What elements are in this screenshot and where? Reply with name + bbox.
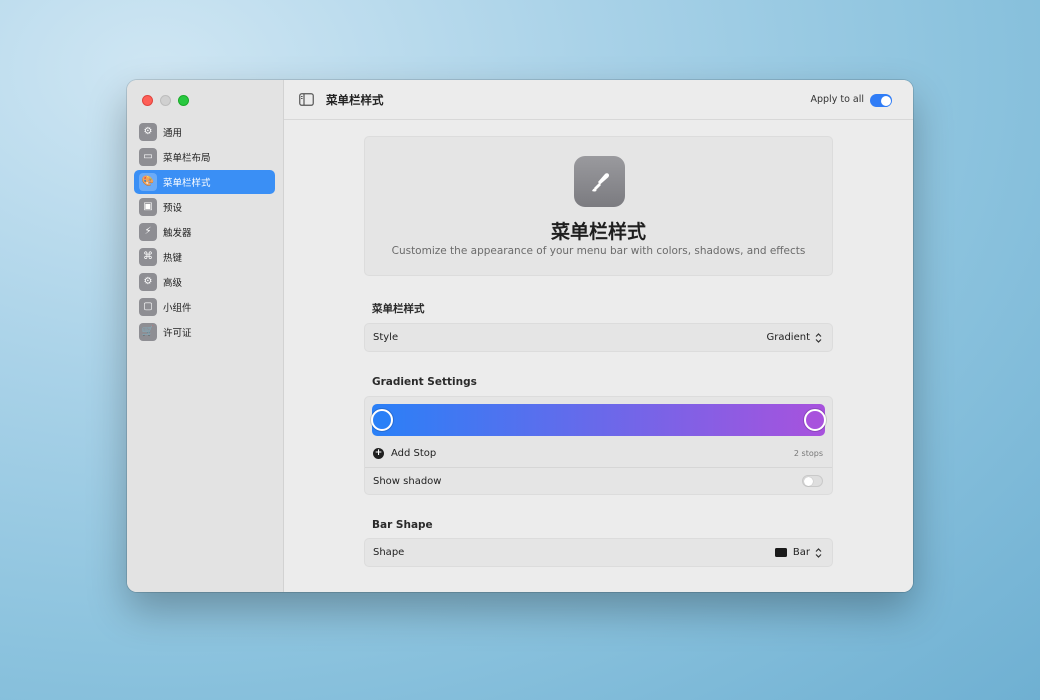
style-group: Style Gradient (364, 323, 833, 352)
hero-subtitle: Customize the appearance of your menu ba… (391, 245, 806, 257)
sidebar-item-0[interactable]: ⚙ 通用 (134, 120, 275, 144)
gradient-section-title: Gradient Settings (372, 376, 477, 388)
chevron-up-down-icon (814, 547, 823, 559)
menubar-layout-icon: ▭ (139, 148, 157, 166)
window-controls (142, 95, 189, 106)
command-key-icon: ⌘ (139, 248, 157, 266)
shape-popup[interactable]: Bar (774, 547, 823, 559)
bar-shape-icon (774, 548, 787, 557)
cube-icon: ▢ (139, 298, 157, 316)
add-stop-label: Add Stop (391, 448, 437, 459)
style-row: Style Gradient (365, 324, 832, 351)
zoom-window-button[interactable] (178, 95, 189, 106)
sidebar-item-label: 高级 (163, 278, 183, 289)
paintbrush-icon (574, 156, 625, 207)
sidebar-item-6[interactable]: ⚙ 高级 (134, 270, 275, 294)
shape-label: Shape (373, 547, 405, 558)
shape-row: Shape Bar (365, 539, 832, 566)
settings-window: ⚙ 通用 ▭ 菜单栏布局 🎨 菜单栏样式 ▣ 预设 ⚡ 触发器 ⌘ 热键 ⚙ 高级 ▢ 小组件 🛒 许可证 菜单栏… (127, 80, 913, 592)
sidebar-item-3[interactable]: ▣ 预设 (134, 195, 275, 219)
chevron-up-down-icon (814, 332, 823, 344)
show-shadow-label: Show shadow (373, 475, 442, 487)
hero-card: 菜单栏样式 Customize the appearance of your m… (364, 136, 833, 276)
sidebar-item-label: 菜单栏布局 (163, 153, 211, 164)
show-shadow-row: Show shadow (365, 467, 832, 494)
add-stop-button[interactable]: + Add Stop (373, 448, 436, 459)
style-label: Style (373, 332, 399, 343)
sidebar-item-label: 小组件 (163, 303, 192, 314)
content-area: 菜单栏样式 Customize the appearance of your m… (364, 136, 833, 567)
sidebar-item-8[interactable]: 🛒 许可证 (134, 320, 275, 344)
sidebar-item-2[interactable]: 🎨 菜单栏样式 (134, 170, 275, 194)
add-stop-row: + Add Stop 2 stops (365, 440, 832, 467)
gradient-group: + Add Stop 2 stops Show shadow (364, 396, 833, 495)
shape-section-title: Bar Shape (372, 519, 433, 531)
bolt-icon: ⚡ (139, 223, 157, 241)
sidebar-item-1[interactable]: ▭ 菜单栏布局 (134, 145, 275, 169)
stops-count: 2 stops (793, 449, 823, 458)
sidebar-item-label: 通用 (163, 128, 183, 139)
gradient-preview-bar[interactable] (371, 404, 826, 436)
style-section-title: 菜单栏样式 (372, 303, 425, 315)
hero-title: 菜单栏样式 (550, 221, 646, 243)
style-popup[interactable]: Gradient (766, 332, 823, 344)
style-value: Gradient (766, 332, 810, 343)
apply-to-all-toggle[interactable] (870, 94, 892, 107)
sidebar-item-label: 预设 (163, 203, 183, 214)
sidebar-toggle-icon[interactable] (299, 93, 314, 106)
gears-icon: ⚙ (139, 273, 157, 291)
main-pane: 菜单栏样式 Apply to all 菜单栏样式 Customize the a… (284, 80, 913, 592)
sidebar-item-label: 许可证 (163, 328, 192, 339)
show-shadow-toggle[interactable] (802, 475, 823, 487)
gear-icon: ⚙ (139, 123, 157, 141)
palette-icon: 🎨 (139, 173, 157, 191)
toolbar: 菜单栏样式 Apply to all (284, 80, 913, 120)
cart-icon: 🛒 (139, 323, 157, 341)
shape-group: Shape Bar (364, 538, 833, 567)
sidebar-item-7[interactable]: ▢ 小组件 (134, 295, 275, 319)
sidebar-item-5[interactable]: ⌘ 热键 (134, 245, 275, 269)
shape-value: Bar (792, 547, 810, 558)
gradient-stop-start[interactable] (371, 409, 393, 431)
sidebar: ⚙ 通用 ▭ 菜单栏布局 🎨 菜单栏样式 ▣ 预设 ⚡ 触发器 ⌘ 热键 ⚙ 高级 ▢ 小组件 🛒 许可证 (127, 80, 284, 592)
plus-circle-icon: + (373, 448, 384, 459)
sidebar-item-label: 菜单栏样式 (163, 178, 211, 189)
sidebar-item-label: 热键 (163, 253, 183, 264)
gradient-stop-end[interactable] (804, 409, 826, 431)
close-window-button[interactable] (142, 95, 153, 106)
sidebar-nav: ⚙ 通用 ▭ 菜单栏布局 🎨 菜单栏样式 ▣ 预设 ⚡ 触发器 ⌘ 热键 ⚙ 高级 ▢ 小组件 🛒 许可证 (134, 120, 275, 345)
preset-icon: ▣ (139, 198, 157, 216)
apply-to-all-label: Apply to all (810, 94, 865, 105)
minimize-window-button[interactable] (160, 95, 171, 106)
sidebar-item-4[interactable]: ⚡ 触发器 (134, 220, 275, 244)
page-title: 菜单栏样式 (326, 92, 384, 107)
sidebar-item-label: 触发器 (163, 228, 192, 239)
